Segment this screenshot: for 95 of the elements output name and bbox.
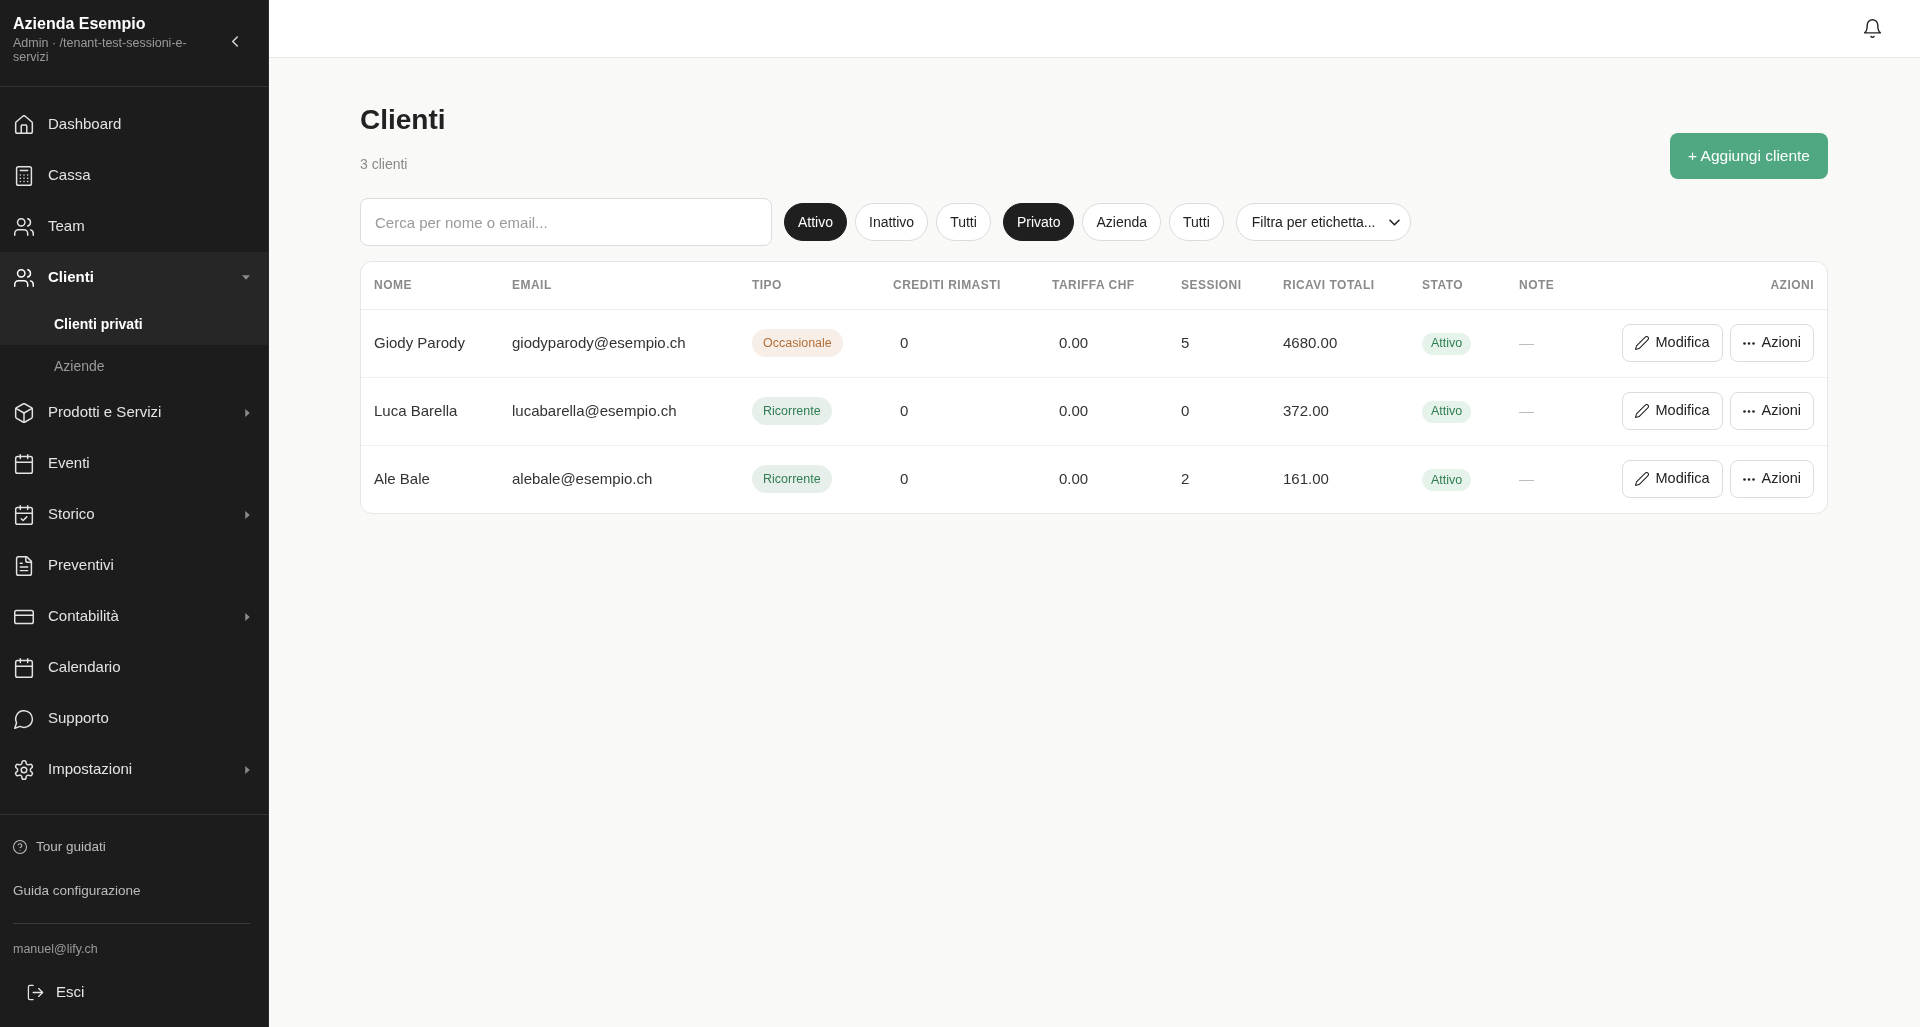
- client-name: Ale Bale: [361, 445, 499, 513]
- column-header: AZIONI: [1596, 262, 1827, 309]
- help-icon: [13, 840, 27, 854]
- sidebar-item[interactable]: Team: [0, 201, 268, 252]
- note-value: —: [1506, 309, 1596, 377]
- edit-button[interactable]: Modifica: [1621, 460, 1723, 499]
- edit-button[interactable]: Modifica: [1621, 324, 1723, 362]
- logout-icon: [27, 983, 44, 1001]
- sidebar-item[interactable]: Calendario: [0, 642, 268, 693]
- revenue-value: 161.00: [1270, 445, 1409, 513]
- speech-bubble-icon: [14, 708, 34, 729]
- sidebar-item[interactable]: Impostazioni: [0, 744, 268, 795]
- page-title: Clienti: [360, 103, 446, 137]
- tag-filter-dropdown[interactable]: Filtra per etichetta...: [1235, 203, 1412, 241]
- column-header: CREDITI RIMASTI: [880, 262, 1039, 309]
- sidebar-subitem[interactable]: Clienti privati: [0, 303, 268, 345]
- ellipsis-icon: [1742, 341, 1755, 345]
- type-filter-pill[interactable]: Privato: [1002, 203, 1075, 241]
- sidebar-item[interactable]: Clienti: [0, 252, 268, 303]
- sessions-value: 2: [1168, 445, 1270, 513]
- status-tag: Attivo: [1422, 468, 1472, 491]
- sidebar-item[interactable]: Contabilità: [0, 591, 268, 642]
- calendar-icon: [14, 453, 34, 474]
- status-filter-pill[interactable]: Tutti: [936, 203, 991, 241]
- sidebar-item[interactable]: Supporto: [0, 693, 268, 744]
- column-header: RICAVI TOTALI: [1270, 262, 1409, 309]
- credits-value: 0: [880, 445, 1039, 513]
- cube-icon: [14, 402, 34, 423]
- sessions-value: 5: [1168, 309, 1270, 377]
- column-header: NOTE: [1506, 262, 1596, 309]
- sidebar-item[interactable]: Dashboard: [0, 99, 268, 150]
- client-count: 3 clienti: [360, 155, 409, 174]
- credits-value: 0: [880, 309, 1039, 377]
- more-actions-button[interactable]: Azioni: [1729, 460, 1814, 499]
- sidebar-item[interactable]: Prodotti e Servizi: [0, 387, 268, 438]
- settings-icon: [14, 759, 34, 780]
- setup-guide-link[interactable]: Guida configurazione: [0, 869, 268, 913]
- status-tag: Attivo: [1422, 332, 1472, 355]
- note-value: —: [1506, 377, 1596, 445]
- sessions-value: 0: [1168, 377, 1270, 445]
- client-name: Luca Barella: [361, 377, 499, 445]
- pencil-icon: [1634, 336, 1649, 350]
- users-icon: [14, 216, 34, 237]
- tour-link[interactable]: Tour guidati: [0, 825, 268, 869]
- column-header: SESSIONI: [1168, 262, 1270, 309]
- client-type-tag: Occasionale: [752, 329, 843, 357]
- client-type-tag: Ricorrente: [752, 465, 832, 494]
- home-icon: [14, 114, 34, 135]
- type-filter-pill[interactable]: Tutti: [1169, 203, 1224, 241]
- document-icon: [14, 555, 34, 576]
- note-value: —: [1506, 445, 1596, 513]
- calculator-icon: [14, 165, 34, 186]
- client-name: Giody Parody: [361, 309, 499, 377]
- ellipsis-icon: [1742, 409, 1755, 413]
- tenant-path: Admin · /tenant-test-sessioni-e-servizi: [13, 36, 188, 64]
- company-name: Azienda Esempio: [13, 14, 147, 34]
- chevron-left-icon[interactable]: [231, 36, 239, 47]
- search-field[interactable]: Cerca per nome o email...: [360, 198, 772, 246]
- pencil-icon: [1634, 404, 1649, 418]
- status-filter-pill[interactable]: Inattivo: [855, 203, 929, 241]
- column-header: STATO: [1409, 262, 1506, 309]
- sidebar-item[interactable]: Eventi: [0, 438, 268, 489]
- column-header: TIPO: [739, 262, 880, 309]
- column-header: EMAIL: [499, 262, 739, 309]
- logout-button[interactable]: Esci: [0, 970, 85, 1014]
- ellipsis-icon: [1742, 477, 1755, 481]
- column-header: TARIFFA CHF: [1039, 262, 1168, 309]
- status-tag: Attivo: [1422, 400, 1472, 423]
- more-actions-button[interactable]: Azioni: [1729, 324, 1814, 362]
- sidebar-subitem[interactable]: Aziende: [0, 345, 268, 387]
- chevron-down-icon: [1389, 218, 1401, 226]
- notification-bell-icon[interactable]: [1863, 19, 1882, 38]
- sidebar-item[interactable]: Cassa: [0, 150, 268, 201]
- more-actions-button[interactable]: Azioni: [1729, 392, 1814, 430]
- client-email: lucabarella@esempio.ch: [499, 377, 739, 445]
- revenue-value: 4680.00: [1270, 309, 1409, 377]
- rate-value: 0.00: [1039, 377, 1168, 445]
- credits-value: 0: [880, 377, 1039, 445]
- calendar-check-icon: [14, 504, 34, 525]
- column-header: NOME: [361, 262, 499, 309]
- type-filter-pill[interactable]: Azienda: [1082, 203, 1162, 241]
- rate-value: 0.00: [1039, 445, 1168, 513]
- client-email: giodyparody@esempio.ch: [499, 309, 739, 377]
- edit-button[interactable]: Modifica: [1621, 392, 1723, 430]
- sidebar-item[interactable]: Preventivi: [0, 540, 268, 591]
- client-email: alebale@esempio.ch: [499, 445, 739, 513]
- status-filter-pill[interactable]: Attivo: [784, 203, 847, 241]
- client-type-tag: Ricorrente: [752, 397, 832, 425]
- sidebar-item[interactable]: Storico: [0, 489, 268, 540]
- users-icon: [14, 267, 34, 288]
- user-email: manuel@lify.ch: [12, 941, 99, 958]
- calendar-icon: [14, 657, 34, 678]
- pencil-icon: [1634, 472, 1649, 487]
- revenue-value: 372.00: [1270, 377, 1409, 445]
- rate-value: 0.00: [1039, 309, 1168, 377]
